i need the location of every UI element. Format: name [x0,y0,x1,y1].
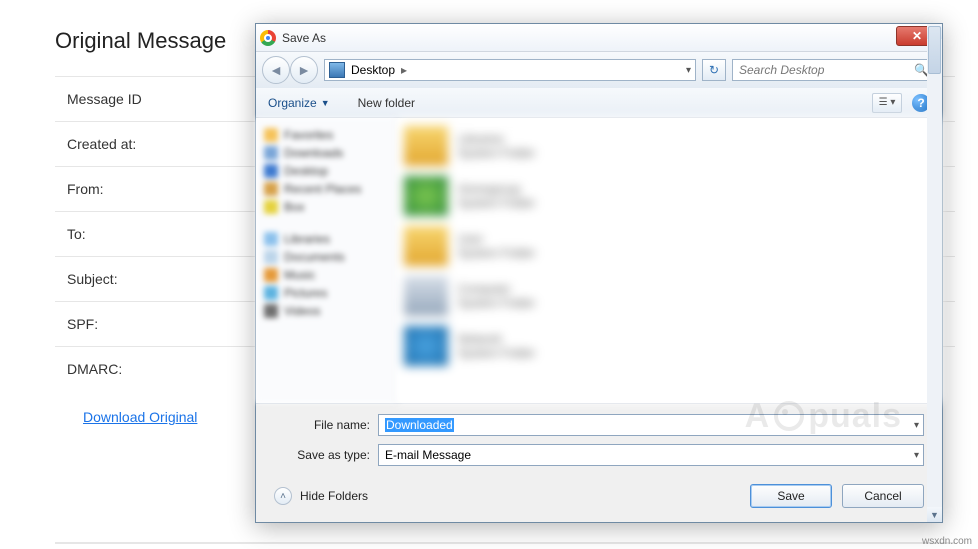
filename-label: File name: [274,418,370,432]
save-type-select[interactable]: E-mail Message ▾ [378,444,924,466]
chevron-up-icon: ˄ [274,487,292,505]
dialog-title: Save As [282,31,326,45]
save-button[interactable]: Save [750,484,832,508]
filename-value: Downloaded [385,418,454,432]
address-bar[interactable]: Desktop ▸ ▾ [324,59,696,81]
dialog-button-row: ˄ Hide Folders Save Cancel [256,474,942,522]
address-dropdown-icon[interactable]: ▾ [686,65,691,76]
search-placeholder: Search Desktop [739,63,824,77]
dialog-titlebar[interactable]: Save As ✕ [256,24,942,52]
filename-form: File name: Downloaded ▾ Save as type: E-… [256,403,942,474]
refresh-button[interactable]: ↻ [702,59,726,81]
scroll-down-icon[interactable]: ▼ [927,507,942,522]
chrome-icon [260,30,276,46]
hide-folders-label: Hide Folders [300,489,368,503]
filename-input[interactable]: Downloaded ▾ [378,414,924,436]
save-type-label: Save as type: [274,448,370,462]
navigation-pane[interactable]: Favorites Downloads Desktop Recent Place… [256,118,396,403]
forward-button[interactable]: ► [290,56,318,84]
back-button[interactable]: ◄ [262,56,290,84]
address-separator-icon: ▸ [401,63,407,77]
address-location: Desktop [351,63,395,77]
save-type-dropdown-icon[interactable]: ▾ [914,450,919,461]
organize-button[interactable]: Organize [268,96,317,110]
view-options-button[interactable]: ☰ ▾ [872,93,902,113]
cancel-button[interactable]: Cancel [842,484,924,508]
image-credit: wsxdn.com [922,536,972,547]
scrollbar[interactable]: ▲ ▼ [927,24,942,522]
content-pane[interactable]: LibrariesSystem Folder HomegroupSystem F… [396,118,942,403]
save-as-dialog: Save As ✕ ◄ ► Desktop ▸ ▾ ↻ Search Deskt… [255,23,943,523]
download-original-link[interactable]: Download Original [55,391,197,425]
filename-dropdown-icon[interactable]: ▾ [914,420,919,431]
search-input[interactable]: Search Desktop 🔍 [732,59,936,81]
explorer-body: Favorites Downloads Desktop Recent Place… [256,118,942,403]
scroll-thumb[interactable] [928,26,941,74]
organize-dropdown-icon[interactable]: ▼ [321,98,330,108]
hide-folders-button[interactable]: ˄ Hide Folders [274,487,368,505]
footer-strip [55,533,955,543]
desktop-icon [329,62,345,78]
save-type-value: E-mail Message [385,448,471,462]
new-folder-button[interactable]: New folder [358,96,415,110]
close-icon: ✕ [912,29,922,43]
navigation-row: ◄ ► Desktop ▸ ▾ ↻ Search Desktop 🔍 [256,52,942,88]
toolbar: Organize ▼ New folder ☰ ▾ ? [256,88,942,118]
